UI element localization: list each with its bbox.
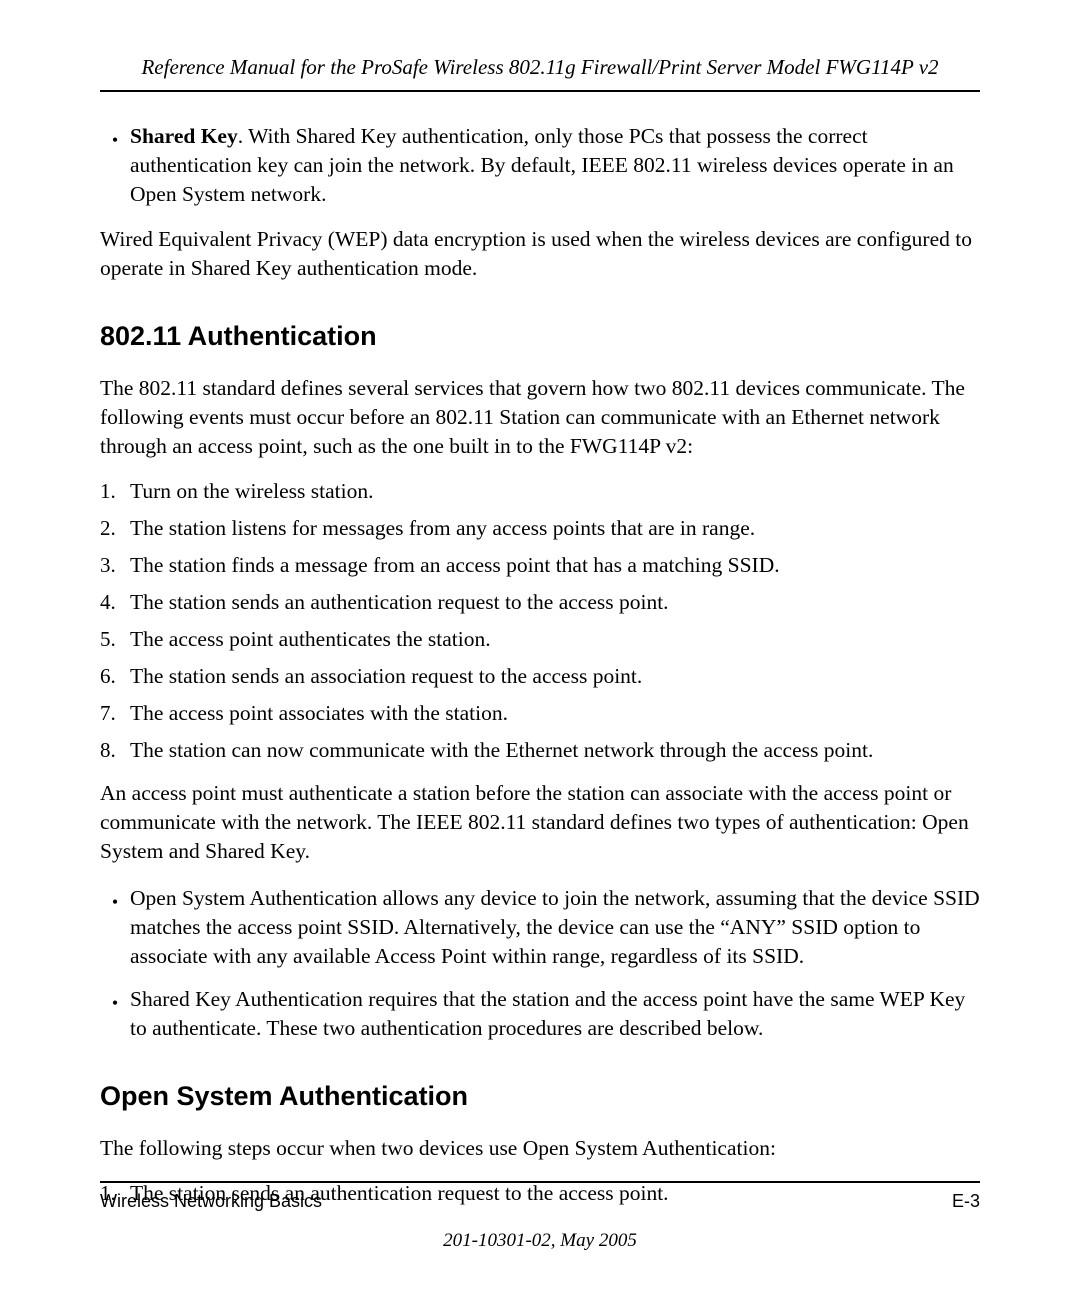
bullet-content: Shared Key. With Shared Key authenticati… [130,122,980,209]
step-number: 7. [100,701,130,726]
step-text: The station sends an authentication requ… [130,590,980,615]
header-title: Reference Manual for the ProSafe Wireles… [100,55,980,80]
step-1: 1. Turn on the wireless station. [100,479,980,504]
step-text: Turn on the wireless station. [130,479,980,504]
step-5: 5. The access point authenticates the st… [100,627,980,652]
step-number: 1. [100,479,130,504]
bullet-text: . With Shared Key authentication, only t… [130,124,954,206]
bullet-open-system: • Open System Authentication allows any … [100,884,980,971]
footer-rule [100,1181,980,1183]
step-text: The access point associates with the sta… [130,701,980,726]
bullet-text: Shared Key Authentication requires that … [130,985,980,1043]
step-number: 2. [100,516,130,541]
step-number: 4. [100,590,130,615]
header-rule [100,90,980,92]
bullet-shared-key-req: • Shared Key Authentication requires tha… [100,985,980,1043]
footer-docnum: 201-10301-02, May 2005 [100,1230,980,1252]
para-wep: Wired Equivalent Privacy (WEP) data encr… [100,225,980,283]
step-number: 3. [100,553,130,578]
step-text: The station sends an association request… [130,664,980,689]
bullet-icon: • [100,884,130,914]
bullet-text: Open System Authentication allows any de… [130,884,980,971]
step-number: 6. [100,664,130,689]
step-text: The station listens for messages from an… [130,516,980,541]
step-number: 8. [100,738,130,763]
heading-open-system-auth: Open System Authentication [100,1081,980,1112]
page: Reference Manual for the ProSafe Wireles… [0,0,1080,1296]
step-text: The station finds a message from an acce… [130,553,980,578]
bullet-shared-key: • Shared Key. With Shared Key authentica… [100,122,980,209]
step-3: 3. The station finds a message from an a… [100,553,980,578]
footer-left: Wireless Networking Basics [100,1191,322,1212]
para-80211-intro: The 802.11 standard defines several serv… [100,374,980,461]
step-2: 2. The station listens for messages from… [100,516,980,541]
footer: Wireless Networking Basics E-3 201-10301… [100,1181,980,1252]
bullet-icon: • [100,985,130,1015]
heading-80211-auth: 802.11 Authentication [100,321,980,352]
step-number: 5. [100,627,130,652]
step-7: 7. The access point associates with the … [100,701,980,726]
content-area: • Shared Key. With Shared Key authentica… [100,122,980,1206]
step-8: 8. The station can now communicate with … [100,738,980,763]
para-open-system-intro: The following steps occur when two devic… [100,1134,980,1163]
term-shared-key: Shared Key [130,124,238,148]
para-authenticate-before: An access point must authenticate a stat… [100,779,980,866]
step-6: 6. The station sends an association requ… [100,664,980,689]
step-text: The access point authenticates the stati… [130,627,980,652]
step-4: 4. The station sends an authentication r… [100,590,980,615]
step-text: The station can now communicate with the… [130,738,980,763]
bullet-icon: • [100,122,130,152]
footer-right: E-3 [952,1191,980,1212]
